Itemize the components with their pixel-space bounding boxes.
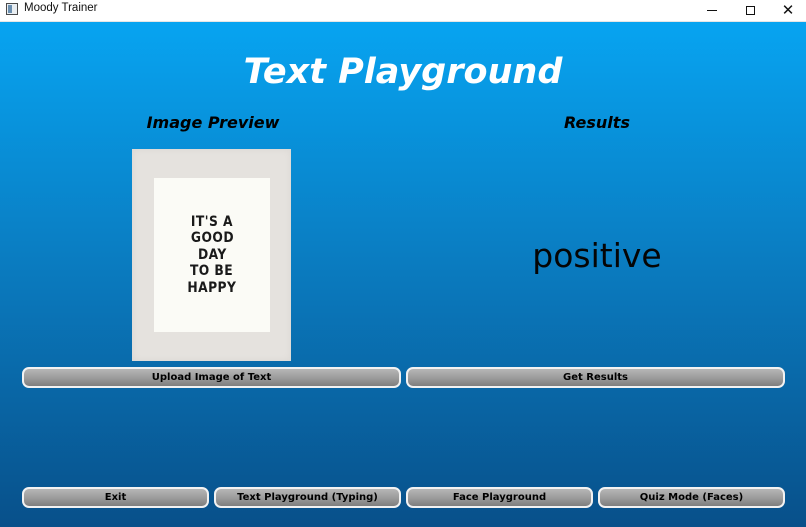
exit-button[interactable]: Exit (22, 487, 209, 508)
minimize-icon (707, 10, 717, 11)
image-preview-heading: Image Preview (146, 113, 280, 132)
poster-line: GOOD (190, 230, 234, 247)
page-title: Text Playground (243, 52, 563, 92)
image-preview: IT'S A GOOD DAY TO BE HAPPY (132, 149, 291, 361)
close-window-button[interactable]: ✕ (769, 0, 806, 21)
get-results-button[interactable]: Get Results (406, 367, 785, 388)
upload-image-button[interactable]: Upload Image of Text (22, 367, 401, 388)
maximize-icon (745, 6, 755, 15)
window-title: Moody Trainer (24, 2, 98, 14)
result-value: positive (532, 236, 662, 275)
close-icon: ✕ (781, 1, 795, 19)
main-panel: Text Playground Image Preview Results IT… (0, 22, 806, 527)
text-playground-button[interactable]: Text Playground (Typing) (214, 487, 401, 508)
title-bar: Moody Trainer ✕ (0, 0, 806, 22)
minimize-button[interactable] (693, 0, 731, 21)
preview-poster: IT'S A GOOD DAY TO BE HAPPY (154, 178, 270, 332)
poster-line: DAY (197, 246, 227, 263)
poster-line: HAPPY (187, 279, 237, 296)
maximize-button[interactable] (731, 0, 769, 21)
results-heading: Results (564, 113, 630, 132)
face-playground-button[interactable]: Face Playground (406, 487, 593, 508)
poster-line: IT'S A (190, 213, 234, 230)
poster-line: TO BE (190, 263, 234, 280)
quiz-mode-button[interactable]: Quiz Mode (Faces) (598, 487, 785, 508)
app-window-icon (6, 3, 18, 15)
